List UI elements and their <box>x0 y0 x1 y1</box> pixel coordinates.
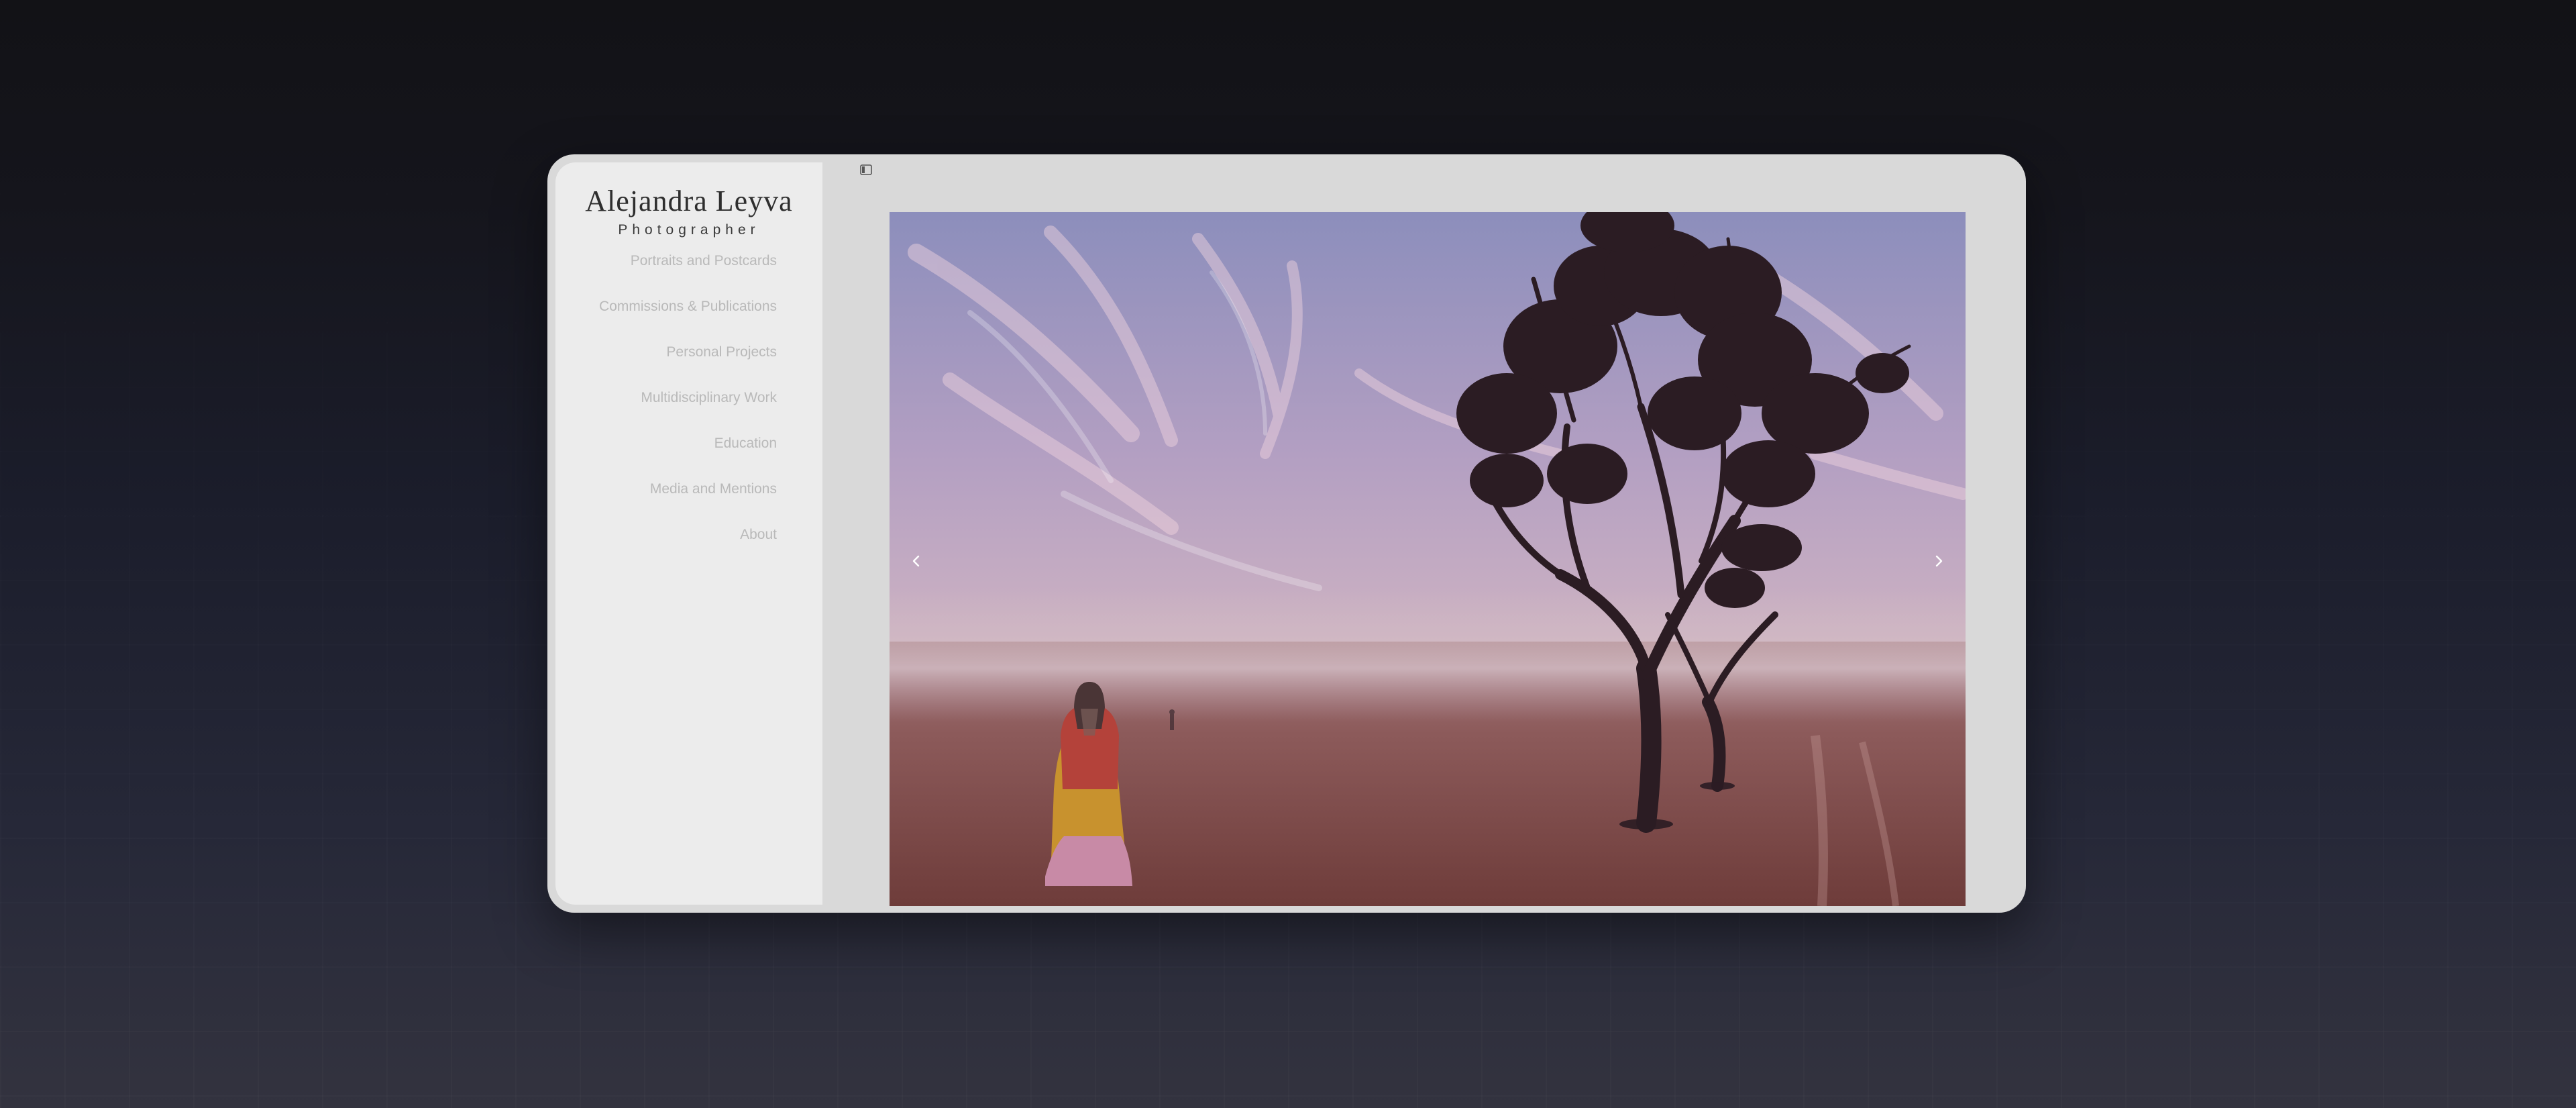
nav-item-commissions-publications[interactable]: Commissions & Publications <box>599 299 777 345</box>
site-logo-subtitle: Photographer <box>618 222 760 238</box>
browser-window: Alejandra Leyva Photographer Portraits a… <box>547 154 2026 913</box>
sidebar-toggle-icon[interactable] <box>860 164 872 175</box>
gallery-photo <box>890 212 1966 906</box>
nav-item-multidisciplinary-work[interactable]: Multidisciplinary Work <box>599 391 777 436</box>
nav-item-personal-projects[interactable]: Personal Projects <box>599 345 777 391</box>
nav-item-portraits-and-postcards[interactable]: Portraits and Postcards <box>599 254 777 299</box>
chevron-left-icon[interactable] <box>906 551 926 571</box>
nav-item-education[interactable]: Education <box>599 436 777 482</box>
nav-item-about[interactable]: About <box>599 527 777 573</box>
sidebar: Alejandra Leyva Photographer Portraits a… <box>555 162 822 905</box>
nav-item-media-and-mentions[interactable]: Media and Mentions <box>599 482 777 527</box>
site-logo-name[interactable]: Alejandra Leyva <box>555 187 822 216</box>
chevron-right-icon[interactable] <box>1929 551 1949 571</box>
sidebar-nav: Portraits and Postcards Commissions & Pu… <box>599 254 777 573</box>
